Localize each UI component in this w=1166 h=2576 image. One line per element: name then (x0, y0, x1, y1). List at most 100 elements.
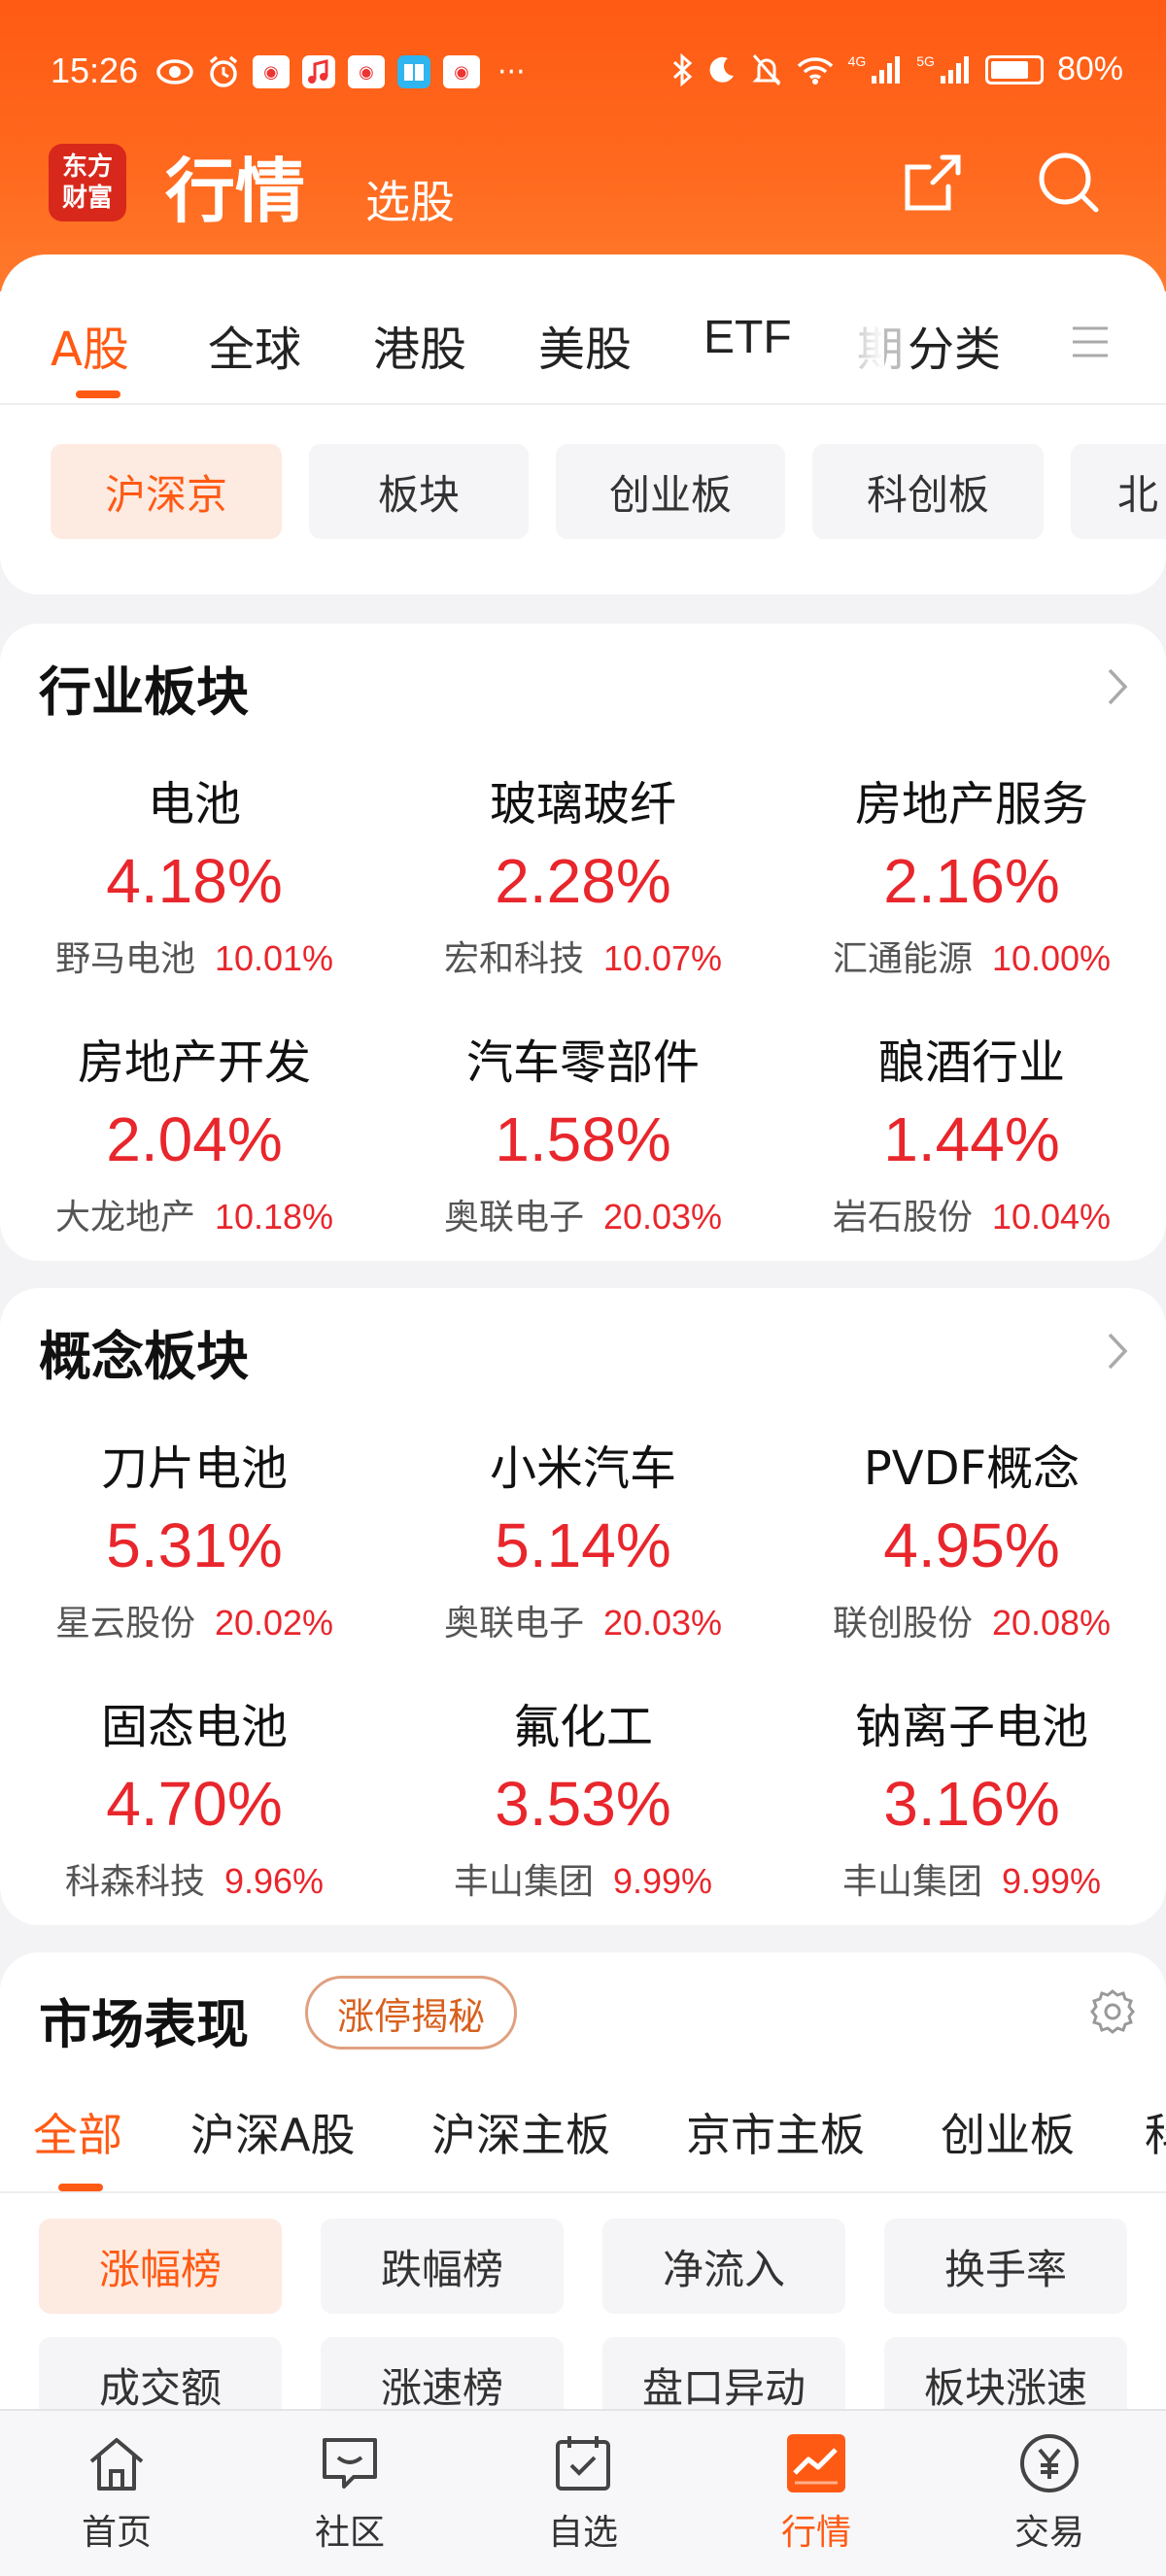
rank-chip-gainers[interactable]: 涨幅榜 (39, 2219, 282, 2314)
leading-stock-name: 宏和科技 (443, 939, 584, 979)
sector-name: 酿酒行业 (877, 1035, 1065, 1090)
share-icon[interactable] (894, 144, 972, 221)
concept-item[interactable]: 固态电池 4.70% 科森科技 9.96% (0, 1688, 389, 1904)
leading-stock-name: 科森科技 (64, 1862, 205, 1902)
nav-label: 社区 (314, 2513, 385, 2553)
book-icon (397, 55, 430, 88)
nav-label: 行情 (780, 2513, 851, 2553)
chevron-right-icon[interactable] (1098, 1327, 1137, 1375)
leading-stock-change: 9.99% (1001, 1861, 1102, 1901)
industry-item[interactable]: 房地产服务 2.16% 汇通能源 10.00% (777, 765, 1166, 981)
tab-hk[interactable]: 港股 (373, 311, 466, 379)
leading-stock: 丰山集团 9.99% (389, 1853, 777, 1904)
market-tab-sh-sz-main[interactable]: 沪深主板 (431, 2100, 610, 2164)
industry-item[interactable]: 汽车零部件 1.58% 奥联电子 20.03% (389, 1024, 777, 1239)
market-tab-star[interactable]: 科 (1145, 2100, 1166, 2164)
status-right: 4G 5G 80% (671, 51, 1123, 88)
tab-global[interactable]: 全球 (208, 311, 301, 379)
limit-up-reveal-button[interactable]: 涨停揭秘 (305, 1976, 518, 2050)
sector-change: 3.16% (883, 1769, 1060, 1839)
tab-us[interactable]: 美股 (538, 311, 632, 379)
sector-change: 4.95% (883, 1510, 1060, 1580)
chip-chinext[interactable]: 创业板 (556, 444, 785, 539)
concept-item[interactable]: 刀片电池 5.31% 星云股份 20.02% (0, 1430, 389, 1645)
sector-change: 4.18% (106, 846, 283, 916)
moon-icon (709, 56, 734, 83)
status-time: 15:26 (51, 51, 139, 90)
sector-change: 4.70% (106, 1769, 283, 1839)
sector-change: 2.04% (106, 1104, 283, 1174)
signal-icon (940, 55, 969, 84)
industry-item[interactable]: 电池 4.18% 野马电池 10.01% (0, 765, 389, 981)
leading-stock: 野马电池 10.01% (0, 931, 389, 981)
chip-shanghai-shenzhen-beijing[interactable]: 沪深京 (51, 444, 282, 539)
tab-fade (855, 293, 884, 381)
status-bar: 15:26 ◉ ◉ ◉ ··· 4G 5G 80% (0, 0, 1166, 146)
rank-chip-turnover[interactable]: 换手率 (884, 2219, 1127, 2314)
sector-name: 电池 (147, 777, 241, 831)
nav-watchlist[interactable]: 自选 (486, 2428, 680, 2555)
yuan-coin-icon (1020, 2434, 1079, 2492)
checklist-icon (556, 2436, 610, 2491)
network-5g-label: 5G (916, 52, 935, 69)
sector-name: 氟化工 (512, 1700, 653, 1754)
search-icon[interactable] (1030, 144, 1108, 221)
chevron-right-icon[interactable] (1098, 662, 1137, 711)
leading-stock-name: 大龙地产 (54, 1198, 195, 1237)
stock-picker-tab[interactable]: 选股 (365, 167, 455, 231)
leading-stock-change: 20.03% (602, 1197, 723, 1237)
nav-trade[interactable]: 交易 (952, 2428, 1147, 2555)
leading-stock-change: 9.99% (612, 1861, 713, 1901)
rank-chip-net-inflow[interactable]: 净流入 (602, 2219, 845, 2314)
nav-market[interactable]: 行情 (719, 2428, 913, 2555)
page-title[interactable]: 行情 (165, 134, 305, 236)
leading-stock: 宏和科技 10.07% (389, 931, 777, 981)
app-notification-icon: ◉ (443, 55, 480, 88)
eye-icon (156, 59, 193, 85)
sector-name: 固态电池 (100, 1700, 288, 1754)
chat-bubble-icon (323, 2438, 377, 2489)
rank-chip-losers[interactable]: 跌幅榜 (321, 2219, 564, 2314)
leading-stock: 科森科技 9.96% (0, 1853, 389, 1904)
concept-item[interactable]: 小米汽车 5.14% 奥联电子 20.03% (389, 1430, 777, 1645)
leading-stock: 岩石股份 10.04% (777, 1189, 1166, 1239)
leading-stock-change: 10.07% (602, 938, 723, 978)
market-tab-sh-sz-a[interactable]: 沪深A股 (190, 2100, 355, 2164)
divider (0, 2191, 1166, 2193)
app-notification-icon: ◉ (348, 55, 385, 88)
market-tab-all[interactable]: 全部 (33, 2100, 122, 2164)
sector-name: PVDF概念 (863, 1441, 1080, 1496)
battery-icon (984, 54, 1044, 85)
leading-stock: 汇通能源 10.00% (777, 931, 1166, 981)
app-logo[interactable]: 东方财富 (49, 144, 126, 221)
leading-stock-change: 20.08% (991, 1603, 1112, 1643)
music-icon (302, 55, 335, 88)
tab-a-shares[interactable]: A股 (51, 311, 129, 379)
gear-icon[interactable] (1088, 1987, 1137, 2036)
sector-name: 房地产开发 (77, 1035, 311, 1090)
concept-item[interactable]: 氟化工 3.53% 丰山集团 9.99% (389, 1688, 777, 1904)
industry-item[interactable]: 玻璃玻纤 2.28% 宏和科技 10.07% (389, 765, 777, 981)
market-tab-chinext[interactable]: 创业板 (941, 2100, 1075, 2164)
industry-item[interactable]: 房地产开发 2.04% 大龙地产 10.18% (0, 1024, 389, 1239)
chip-sectors[interactable]: 板块 (309, 444, 529, 539)
concept-item[interactable]: 钠离子电池 3.16% 丰山集团 9.99% (777, 1688, 1166, 1904)
market-tab-beijing-main[interactable]: 京市主板 (686, 2100, 865, 2164)
concept-item[interactable]: PVDF概念 4.95% 联创股份 20.08% (777, 1430, 1166, 1645)
menu-icon[interactable] (1069, 321, 1112, 363)
chip-beijing[interactable]: 北 (1071, 444, 1166, 539)
mute-bell-icon (751, 53, 781, 85)
nav-home[interactable]: 首页 (19, 2428, 214, 2555)
battery-fill (990, 60, 1029, 79)
industry-item[interactable]: 酿酒行业 1.44% 岩石股份 10.04% (777, 1024, 1166, 1239)
concept-sector-card: 概念板块 刀片电池 5.31% 星云股份 20.02% 小米汽车 5.14% 奥联… (0, 1288, 1166, 1925)
tab-category[interactable]: 分类 (908, 311, 1001, 379)
sector-name: 玻璃玻纤 (489, 777, 676, 831)
market-tab-underline (58, 2184, 103, 2191)
leading-stock-change: 9.96% (223, 1861, 325, 1901)
sector-change: 5.14% (495, 1510, 671, 1580)
tab-etf[interactable]: ETF (703, 311, 792, 364)
nav-community[interactable]: 社区 (253, 2428, 447, 2555)
chip-star-market[interactable]: 科创板 (812, 444, 1044, 539)
network-4g-label: 4G (847, 52, 867, 69)
